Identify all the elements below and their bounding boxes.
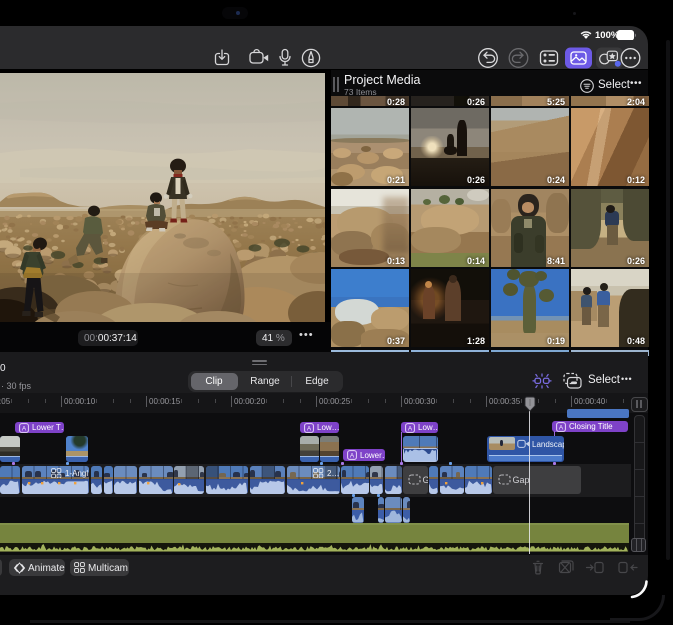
svg-text:A: A: [349, 453, 354, 460]
svg-text:A: A: [306, 425, 311, 432]
svg-text:A: A: [21, 425, 26, 432]
svg-text:A: A: [407, 425, 412, 432]
svg-text:A: A: [558, 424, 563, 431]
